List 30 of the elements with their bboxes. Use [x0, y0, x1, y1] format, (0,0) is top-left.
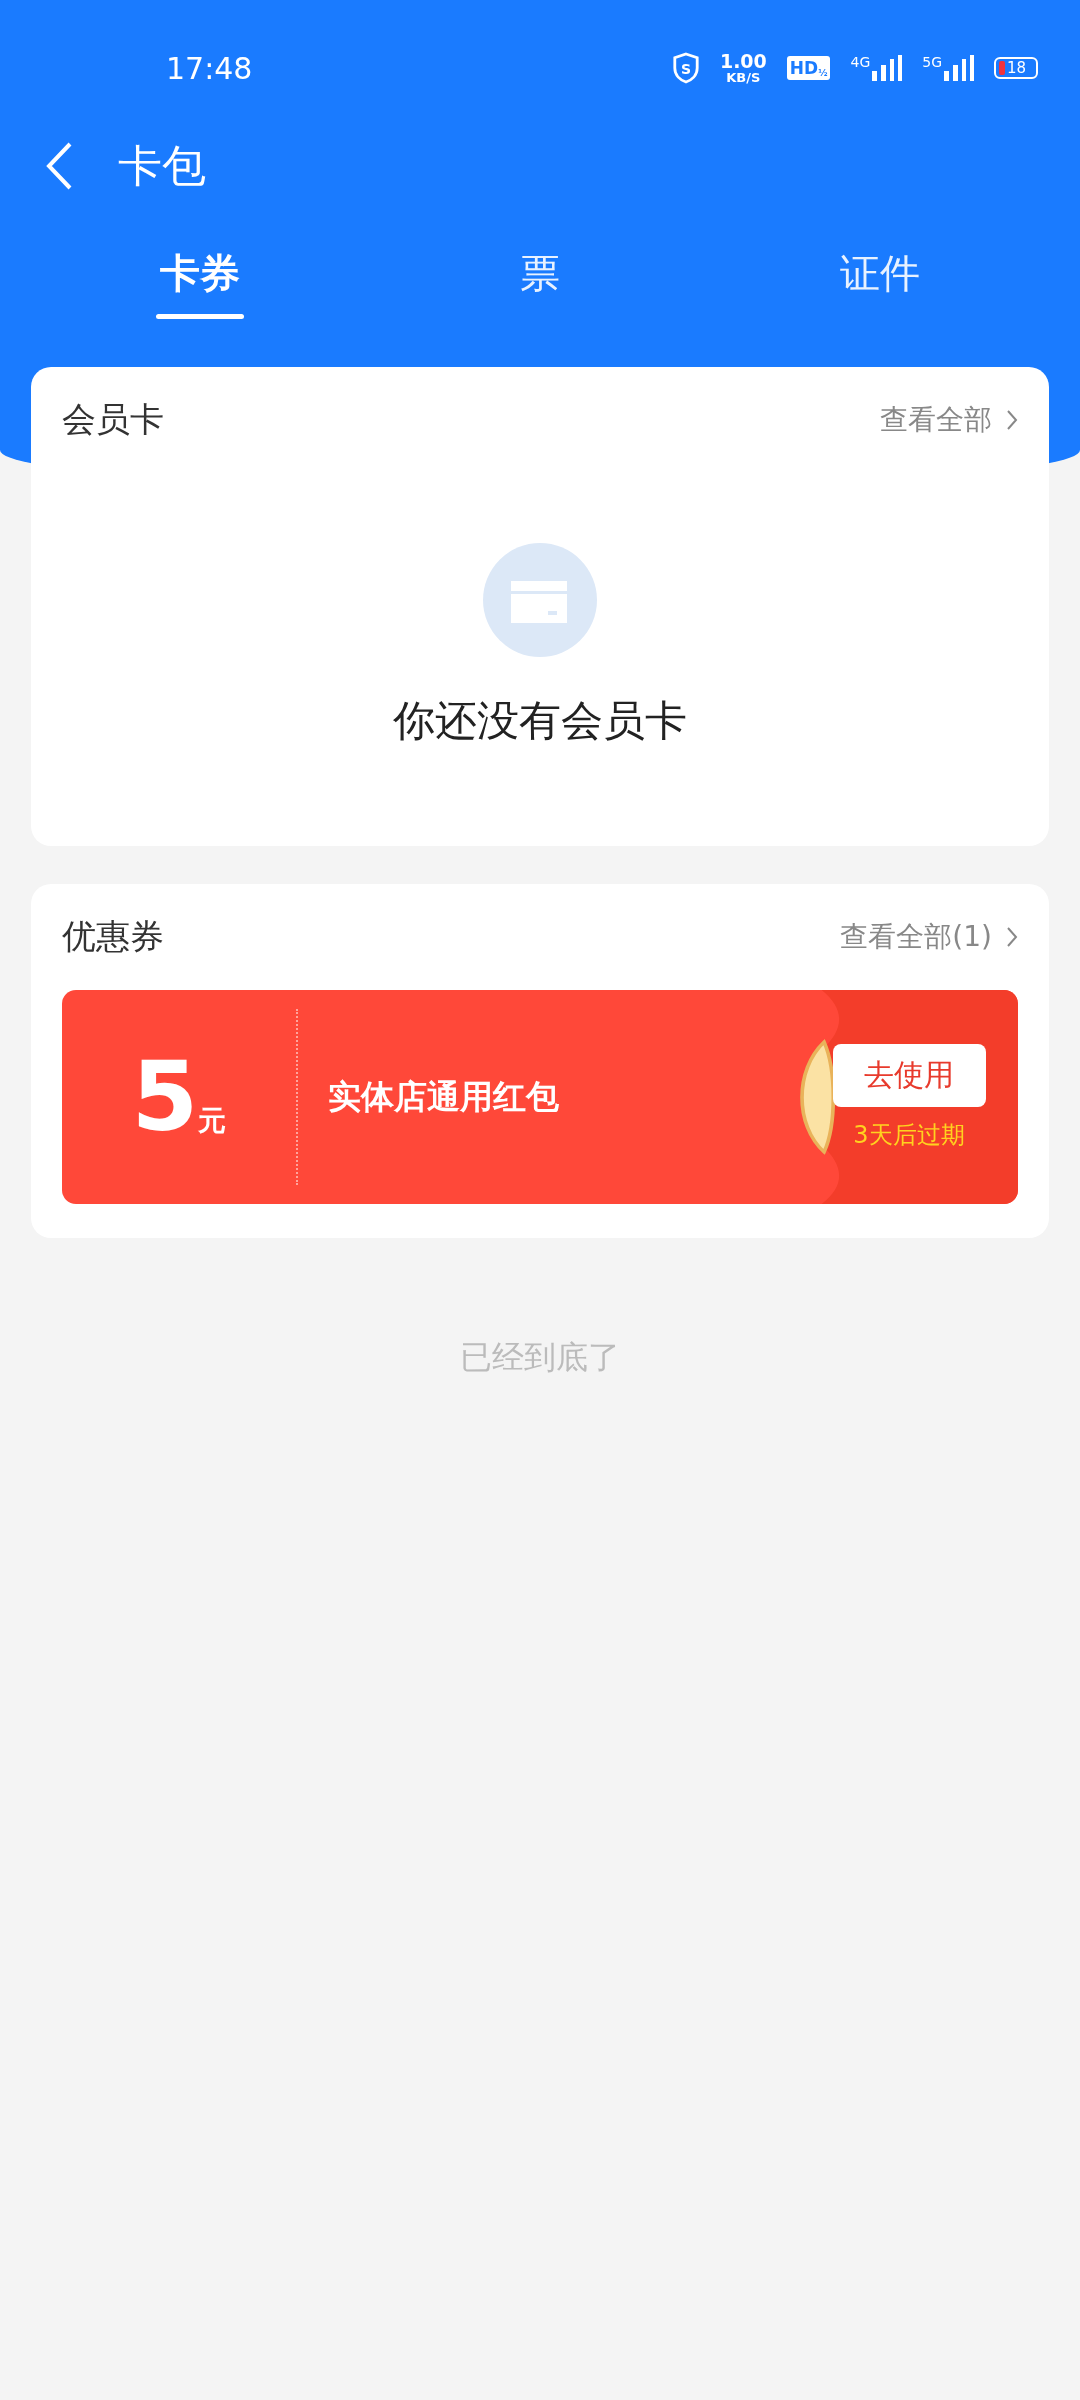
back-icon[interactable] [44, 141, 74, 191]
coupon-name: 实体店通用红包 [328, 1075, 560, 1118]
network-speed-unit: KB/S [726, 71, 761, 84]
status-time: 17:48 [166, 50, 253, 86]
coupon-amount: 5 [131, 1049, 199, 1145]
coupon-unit: 元 [198, 1103, 227, 1139]
signal-icon [944, 55, 974, 81]
shield-icon: S [671, 52, 700, 84]
view-all-link[interactable]: 查看全部 [880, 401, 1018, 439]
network-label: 4G [850, 55, 871, 69]
empty-message: 你还没有会员卡 [393, 695, 687, 747]
chevron-right-icon [1006, 926, 1018, 948]
signal-icon [872, 55, 903, 81]
end-of-list-text: 已经到底了 [459, 1337, 621, 1378]
use-button[interactable]: 去使用 [832, 1043, 986, 1107]
section-title: 优惠券 [62, 915, 164, 958]
network-speed: 1.00 [719, 52, 767, 71]
card-icon [483, 543, 597, 657]
hd-badge: HD½ [786, 56, 831, 80]
coupon-card[interactable]: 5 元 实体店通用红包 去使用 3天后过期 [62, 990, 1018, 1204]
chevron-right-icon [1006, 409, 1018, 431]
network-label: 5G [922, 55, 942, 69]
tab[interactable]: 证件 [780, 246, 980, 319]
battery-icon: 18 [994, 57, 1038, 79]
tab[interactable]: 票 [440, 246, 640, 319]
tab[interactable]: 卡券 [100, 246, 300, 319]
expiry-text: 3天后过期 [853, 1119, 965, 1151]
section-title: 会员卡 [62, 398, 164, 441]
page-title: 卡包 [118, 138, 206, 193]
view-all-link[interactable]: 查看全部(1) [840, 918, 1018, 956]
